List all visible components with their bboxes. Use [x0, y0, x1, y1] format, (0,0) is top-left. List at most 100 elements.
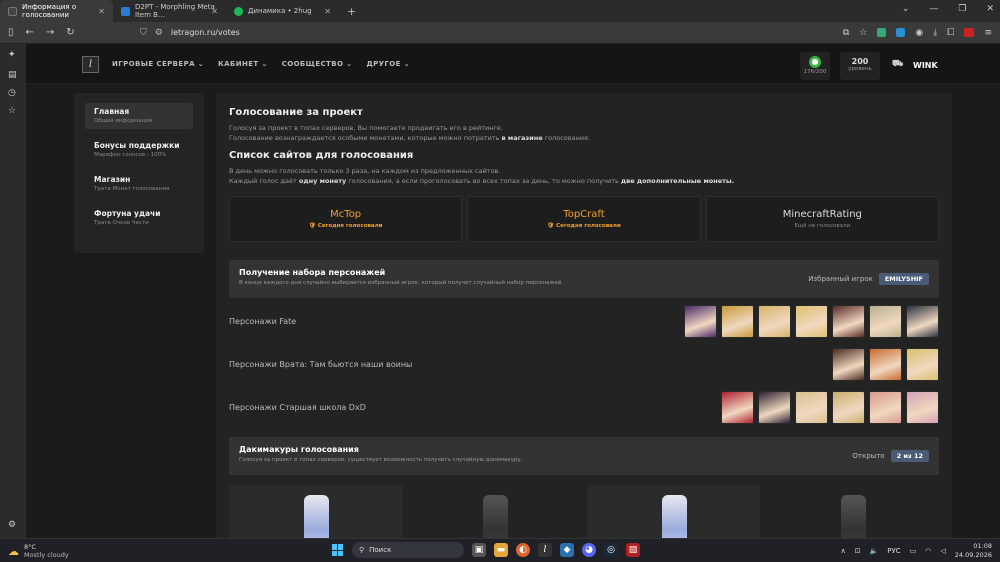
- close-icon[interactable]: ✕: [324, 7, 331, 16]
- vote-site-topcraft[interactable]: TopCraft 🛡 Сегодня голосовали: [467, 196, 701, 242]
- dakimakura-card[interactable]: [408, 485, 581, 538]
- user-profile[interactable]: ⛟ WINK: [892, 59, 938, 71]
- dakimakura-card[interactable]: [587, 485, 760, 538]
- close-window-icon[interactable]: ✕: [986, 4, 994, 14]
- speaker-icon[interactable]: ◁: [940, 547, 945, 555]
- vote-site-name: MinecraftRating: [782, 209, 862, 220]
- minimize-icon[interactable]: —: [929, 4, 938, 14]
- character-avatar[interactable]: [906, 305, 939, 338]
- weather-widget[interactable]: ☁ 8°C Mostly cloudy: [8, 543, 69, 559]
- youtube-extension-icon[interactable]: [964, 28, 975, 37]
- character-avatar[interactable]: [832, 391, 865, 424]
- restore-icon[interactable]: ❐: [958, 4, 966, 14]
- url-field[interactable]: ⛉ ⚙ letragon.ru/votes: [140, 28, 240, 38]
- tab-list-icon[interactable]: ⌄: [902, 4, 910, 14]
- character-avatar[interactable]: [795, 391, 828, 424]
- characters-panel: Получение набора персонажей В конце кажд…: [229, 260, 939, 298]
- browser-tab-d2pt[interactable]: D2PT - Morphling Meta Item B… ✕: [113, 0, 226, 22]
- menu-game-servers[interactable]: ИГРОВЫЕ СЕРВЕРА ⌄: [112, 60, 204, 68]
- downloads-icon[interactable]: ⤓: [933, 28, 937, 38]
- clock-icon[interactable]: ◷: [8, 88, 16, 98]
- character-avatar[interactable]: [795, 305, 828, 338]
- camera-icon[interactable]: ▭: [910, 547, 917, 555]
- vote-coins-box[interactable]: ● 176/200: [800, 52, 830, 80]
- sidebar-item-fortune[interactable]: Фортуна удачи Трата Очков Чести: [85, 205, 193, 231]
- ai-icon[interactable]: ✦: [8, 50, 16, 60]
- input-language[interactable]: РУС: [887, 547, 900, 555]
- task-view-icon[interactable]: ▣: [472, 543, 486, 557]
- new-tab-button[interactable]: +: [339, 5, 364, 18]
- close-icon[interactable]: ✕: [98, 7, 105, 16]
- votes-sidebar: Главная Общая информация Бонусы поддержк…: [74, 93, 204, 253]
- shield-icon[interactable]: ⛉: [140, 28, 147, 38]
- dota-icon[interactable]: ▧: [626, 543, 640, 557]
- character-avatar[interactable]: [758, 305, 791, 338]
- extensions-icon[interactable]: ⧠: [947, 28, 954, 38]
- discord-icon[interactable]: ◕: [582, 543, 596, 557]
- gear-icon[interactable]: ⚙: [8, 520, 16, 530]
- desc-text: Каждый голос даёт: [229, 177, 299, 185]
- file-explorer-icon[interactable]: ▬: [494, 543, 508, 557]
- vote-site-minecraftrating[interactable]: MinecraftRating Ещё не голосовали: [705, 196, 939, 242]
- site-logo[interactable]: l: [82, 56, 99, 73]
- extension-c-icon[interactable]: [896, 28, 906, 37]
- history-panel-icon[interactable]: ▤: [8, 70, 17, 80]
- menu-icon[interactable]: ≡: [984, 28, 992, 38]
- wifi-icon[interactable]: ◠: [925, 547, 931, 555]
- network-icon[interactable]: ⊡: [855, 547, 861, 555]
- character-avatar[interactable]: [869, 391, 902, 424]
- browser-tab-2hug[interactable]: Динамика • 2hug ✕: [226, 0, 339, 22]
- star-icon[interactable]: ☆: [8, 106, 16, 116]
- character-avatar[interactable]: [869, 348, 902, 381]
- address-bar-row: ▯ ← → ↻ ⛉ ⚙ letragon.ru/votes ⧉ ☆ ◉ ⤓ ⧠ …: [0, 22, 1000, 44]
- sidebar-item-main[interactable]: Главная Общая информация: [85, 103, 193, 129]
- coins-count: 176/200: [803, 69, 827, 75]
- shop-link[interactable]: в магазине: [502, 134, 543, 142]
- install-app-icon[interactable]: ⧉: [843, 28, 849, 38]
- steam-icon[interactable]: ◎: [604, 543, 618, 557]
- sidebar-item-bonuses[interactable]: Бонусы поддержки Марафон голосов - 100%: [85, 137, 193, 163]
- dakimakura-card[interactable]: [766, 485, 939, 538]
- profile-icon[interactable]: ◉: [915, 28, 923, 38]
- close-icon[interactable]: ✕: [211, 7, 218, 16]
- back-icon[interactable]: ←: [26, 27, 34, 38]
- level-box[interactable]: 200 уровень: [840, 52, 880, 80]
- menu-community[interactable]: СООБЩЕСТВО ⌄: [282, 60, 353, 68]
- character-avatar[interactable]: [906, 391, 939, 424]
- browser-tab-strip: Информация о голосовании ✕ D2PT - Morphl…: [0, 0, 1000, 22]
- menu-other[interactable]: ДРУГОЕ ⌄: [366, 60, 409, 68]
- browser-icon[interactable]: ◆: [560, 543, 574, 557]
- chevron-up-icon[interactable]: ∧: [841, 547, 846, 555]
- character-avatar[interactable]: [758, 391, 791, 424]
- system-clock[interactable]: 01:08 24.09.2026: [955, 542, 992, 560]
- volume-icon[interactable]: 🔈: [870, 547, 879, 555]
- desc-bold: одну монету: [298, 177, 347, 185]
- vote-description: Голосуя за проект в топах серверов, Вы п…: [229, 123, 939, 143]
- site-settings-icon[interactable]: ⚙: [155, 28, 163, 38]
- letragon-launcher-icon[interactable]: l: [538, 543, 552, 557]
- character-avatar[interactable]: [721, 305, 754, 338]
- taskbar-search[interactable]: ⚲ Поиск: [352, 542, 464, 558]
- character-avatar[interactable]: [832, 305, 865, 338]
- sidebar-item-shop[interactable]: Магазин Трата Монет голосования: [85, 171, 193, 197]
- char-row-dxd: Персонажи Старшая школа DxD: [229, 389, 939, 427]
- character-avatar[interactable]: [684, 305, 717, 338]
- reload-icon[interactable]: ↻: [66, 27, 74, 38]
- desc-text: голосования.: [542, 134, 591, 142]
- character-avatar[interactable]: [869, 305, 902, 338]
- spotify-favicon-icon: [234, 6, 243, 16]
- forward-icon[interactable]: →: [46, 27, 54, 38]
- sidebar-toggle-icon[interactable]: ▯: [8, 27, 14, 38]
- firefox-icon[interactable]: ◐: [516, 543, 530, 557]
- browser-tab-votes[interactable]: Информация о голосовании ✕: [0, 0, 113, 22]
- character-avatar[interactable]: [906, 348, 939, 381]
- extension-icon[interactable]: [877, 28, 887, 37]
- windows-start-icon[interactable]: [332, 544, 344, 556]
- character-avatar[interactable]: [832, 348, 865, 381]
- character-avatar[interactable]: [721, 391, 754, 424]
- menu-cabinet[interactable]: КАБИНЕТ ⌄: [218, 60, 268, 68]
- dakimakura-card[interactable]: [229, 485, 402, 538]
- site-header: l ИГРОВЫЕ СЕРВЕРА ⌄ КАБИНЕТ ⌄ СООБЩЕСТВО…: [26, 44, 1000, 84]
- bookmark-icon[interactable]: ☆: [859, 28, 867, 38]
- vote-site-mctop[interactable]: McTop 🛡 Сегодня голосовали: [229, 196, 463, 242]
